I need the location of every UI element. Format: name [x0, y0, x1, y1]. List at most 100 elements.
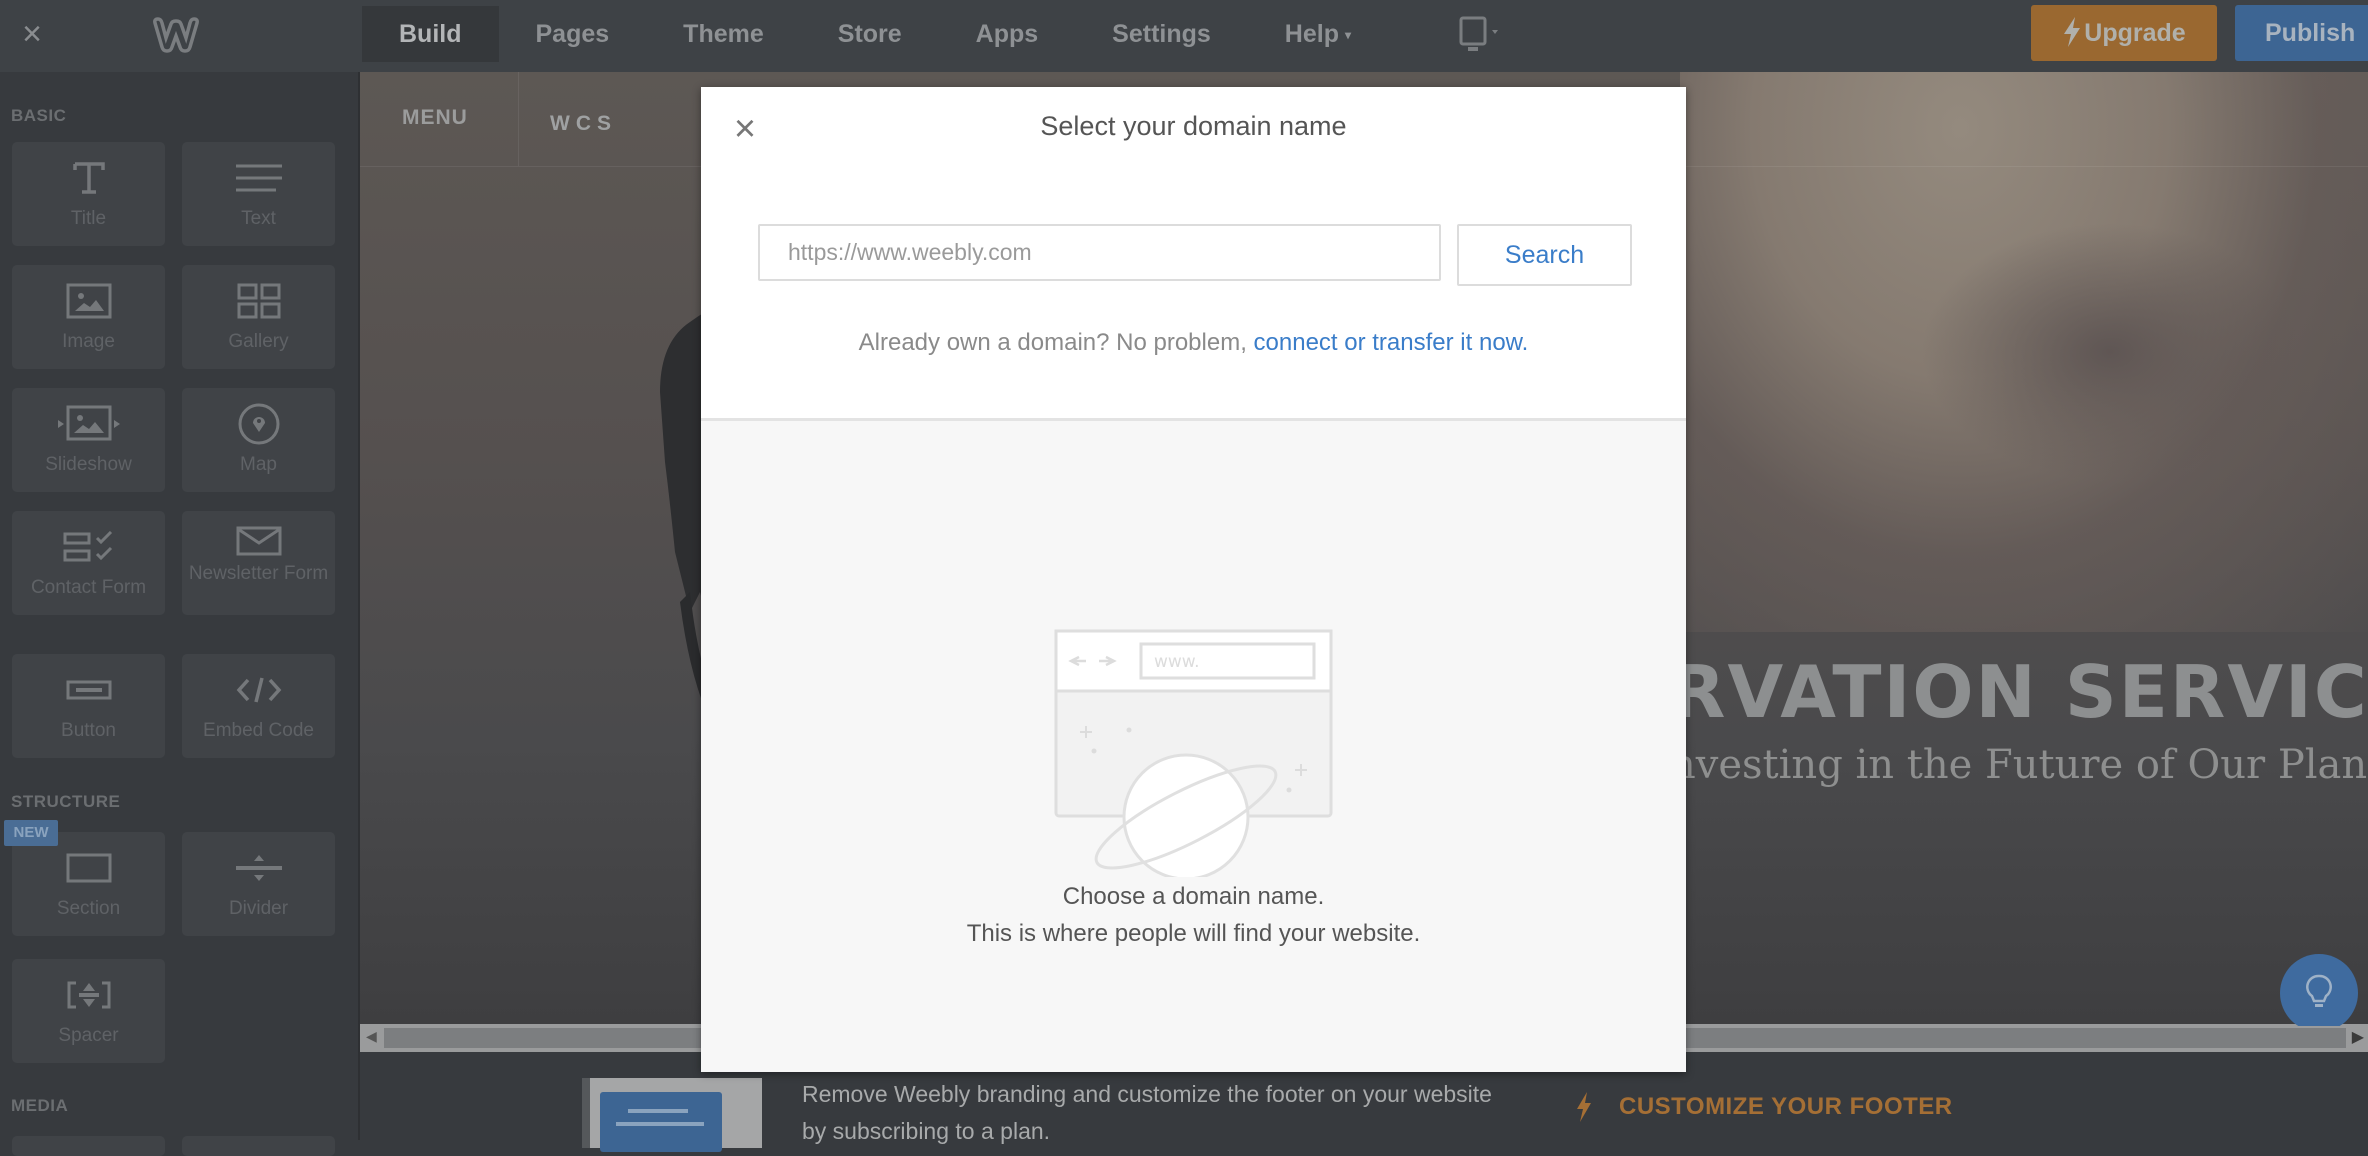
- modal-title: Select your domain name: [1040, 111, 1347, 141]
- text-icon: [182, 156, 335, 200]
- own-domain-prompt: Already own a domain? No problem, connec…: [701, 329, 1686, 357]
- element-text[interactable]: Text: [182, 142, 335, 246]
- tab-help[interactable]: Help ▾: [1248, 6, 1388, 62]
- element-label: Text: [241, 208, 276, 229]
- elements-sidebar: BASIC Title Text Image Gallery Slideshow…: [0, 72, 360, 1156]
- chevron-down-icon: ▾: [1344, 28, 1352, 43]
- envelope-icon: [182, 519, 335, 563]
- element-label: Embed Code: [203, 720, 314, 741]
- desktop-device-icon[interactable]: [1458, 16, 1506, 54]
- top-bar: × Build Pages Theme Store Apps Settings …: [0, 0, 2368, 72]
- tips-button[interactable]: [2280, 954, 2358, 1026]
- lightning-icon: [1577, 1092, 1591, 1122]
- empty-state-line-2: This is where people will find your webs…: [966, 920, 1421, 947]
- empty-state-line-1: Choose a domain name.: [1062, 883, 1325, 910]
- close-icon: ×: [22, 15, 42, 53]
- section-icon: [12, 846, 165, 890]
- element-map[interactable]: Map: [182, 388, 335, 492]
- element-button[interactable]: Button: [12, 654, 165, 758]
- element-image[interactable]: Image: [12, 265, 165, 369]
- footer-upsell-text: Remove Weebly branding and customize the…: [802, 1081, 1492, 1144]
- code-icon: [182, 668, 335, 712]
- scroll-left-icon[interactable]: ◀: [366, 1028, 377, 1045]
- title-icon: [12, 156, 165, 200]
- tab-label: Pages: [535, 20, 610, 48]
- publish-button[interactable]: Publish: [2235, 5, 2368, 61]
- modal-empty-state: www. Choose a domain name. This is where…: [701, 421, 1686, 1072]
- domain-search-input[interactable]: [758, 224, 1441, 281]
- gallery-icon: [182, 279, 335, 323]
- section-label-media: MEDIA: [11, 1096, 69, 1115]
- footer-preview-card: [600, 1092, 722, 1152]
- own-domain-text: Already own a domain? No problem,: [858, 329, 1254, 356]
- map-pin-icon: [182, 402, 335, 446]
- new-badge: NEW: [4, 820, 58, 846]
- tab-label: Theme: [683, 20, 764, 48]
- spacer-icon: [12, 973, 165, 1017]
- image-icon: [12, 279, 165, 323]
- element-label: Spacer: [58, 1025, 119, 1046]
- tab-label: Build: [399, 20, 462, 48]
- section-label-basic: BASIC: [11, 106, 67, 125]
- footer-preview-thumbnail: [582, 1078, 762, 1152]
- main-nav: Build Pages Theme Store Apps Settings He…: [362, 6, 1388, 62]
- publish-label: Publish: [2265, 19, 2356, 47]
- tab-label: Help: [1284, 20, 1339, 48]
- element-label: Gallery: [228, 331, 289, 352]
- empty-state-message: Choose a domain name. This is where peop…: [701, 878, 1686, 952]
- element-divider[interactable]: Divider: [182, 832, 335, 936]
- contact-form-icon: [12, 525, 165, 569]
- element-title[interactable]: Title: [12, 142, 165, 246]
- element-label: Map: [240, 454, 277, 475]
- element-label: Divider: [228, 898, 289, 919]
- element-spacer[interactable]: Spacer: [12, 959, 165, 1063]
- element-label: Contact Form: [30, 577, 147, 598]
- domain-modal: × Select your domain name Search Already…: [701, 87, 1686, 1072]
- element-label: Title: [70, 208, 107, 229]
- weebly-logo-icon[interactable]: [150, 14, 202, 56]
- element-contact-form[interactable]: Contact Form: [12, 511, 165, 615]
- button-icon: [12, 668, 165, 712]
- hero-cloud: [1920, 222, 2300, 482]
- tab-label: Store: [837, 20, 902, 48]
- hero-title[interactable]: RVATION SERVICES: [1670, 650, 2368, 734]
- tab-theme[interactable]: Theme: [646, 6, 801, 62]
- tab-store[interactable]: Store: [801, 6, 939, 62]
- tab-settings[interactable]: Settings: [1075, 6, 1248, 62]
- tab-apps[interactable]: Apps: [939, 6, 1076, 62]
- element-label: Slideshow: [45, 454, 132, 475]
- divider-icon: [182, 846, 335, 890]
- tab-build[interactable]: Build: [362, 6, 499, 62]
- element-slideshow[interactable]: Slideshow: [12, 388, 165, 492]
- scroll-right-icon[interactable]: ▶: [2352, 1027, 2364, 1047]
- site-menu-button[interactable]: MENU: [402, 106, 468, 130]
- exit-editor-button[interactable]: ×: [14, 14, 50, 54]
- element-media-2[interactable]: [182, 1136, 335, 1156]
- customize-footer-link[interactable]: CUSTOMIZE YOUR FOOTER: [1575, 1092, 1953, 1122]
- upgrade-label: Upgrade: [2084, 19, 2186, 47]
- connect-transfer-link[interactable]: connect or transfer it now.: [1254, 329, 1529, 356]
- site-nav-divider: [518, 72, 519, 166]
- element-gallery[interactable]: Gallery: [182, 265, 335, 369]
- element-embed-code[interactable]: Embed Code: [182, 654, 335, 758]
- element-label: Image: [62, 331, 115, 352]
- browser-planet-illustration: www.: [1054, 629, 1333, 877]
- tab-pages[interactable]: Pages: [499, 6, 647, 62]
- illustration-url-text: www.: [1154, 652, 1200, 672]
- upgrade-button[interactable]: Upgrade: [2031, 5, 2217, 61]
- element-section[interactable]: Section: [12, 832, 165, 936]
- hero-subtitle[interactable]: nvesting in the Future of Our Planet: [1670, 742, 2368, 788]
- domain-search-button[interactable]: Search: [1457, 224, 1632, 286]
- element-media-1[interactable]: [12, 1136, 165, 1156]
- lightbulb-icon: [2306, 974, 2332, 1007]
- slideshow-icon: [12, 402, 165, 446]
- element-label: Section: [56, 898, 121, 919]
- element-label: Button: [61, 720, 116, 741]
- site-brand[interactable]: WCS: [550, 112, 617, 136]
- tab-label: Settings: [1112, 20, 1211, 48]
- lightning-icon: [2064, 17, 2081, 47]
- customize-footer-label: CUSTOMIZE YOUR FOOTER: [1619, 1093, 1953, 1120]
- element-newsletter-form[interactable]: Newsletter Form: [182, 511, 335, 615]
- element-label: Newsletter Form: [188, 563, 329, 584]
- tab-label: Apps: [975, 20, 1039, 48]
